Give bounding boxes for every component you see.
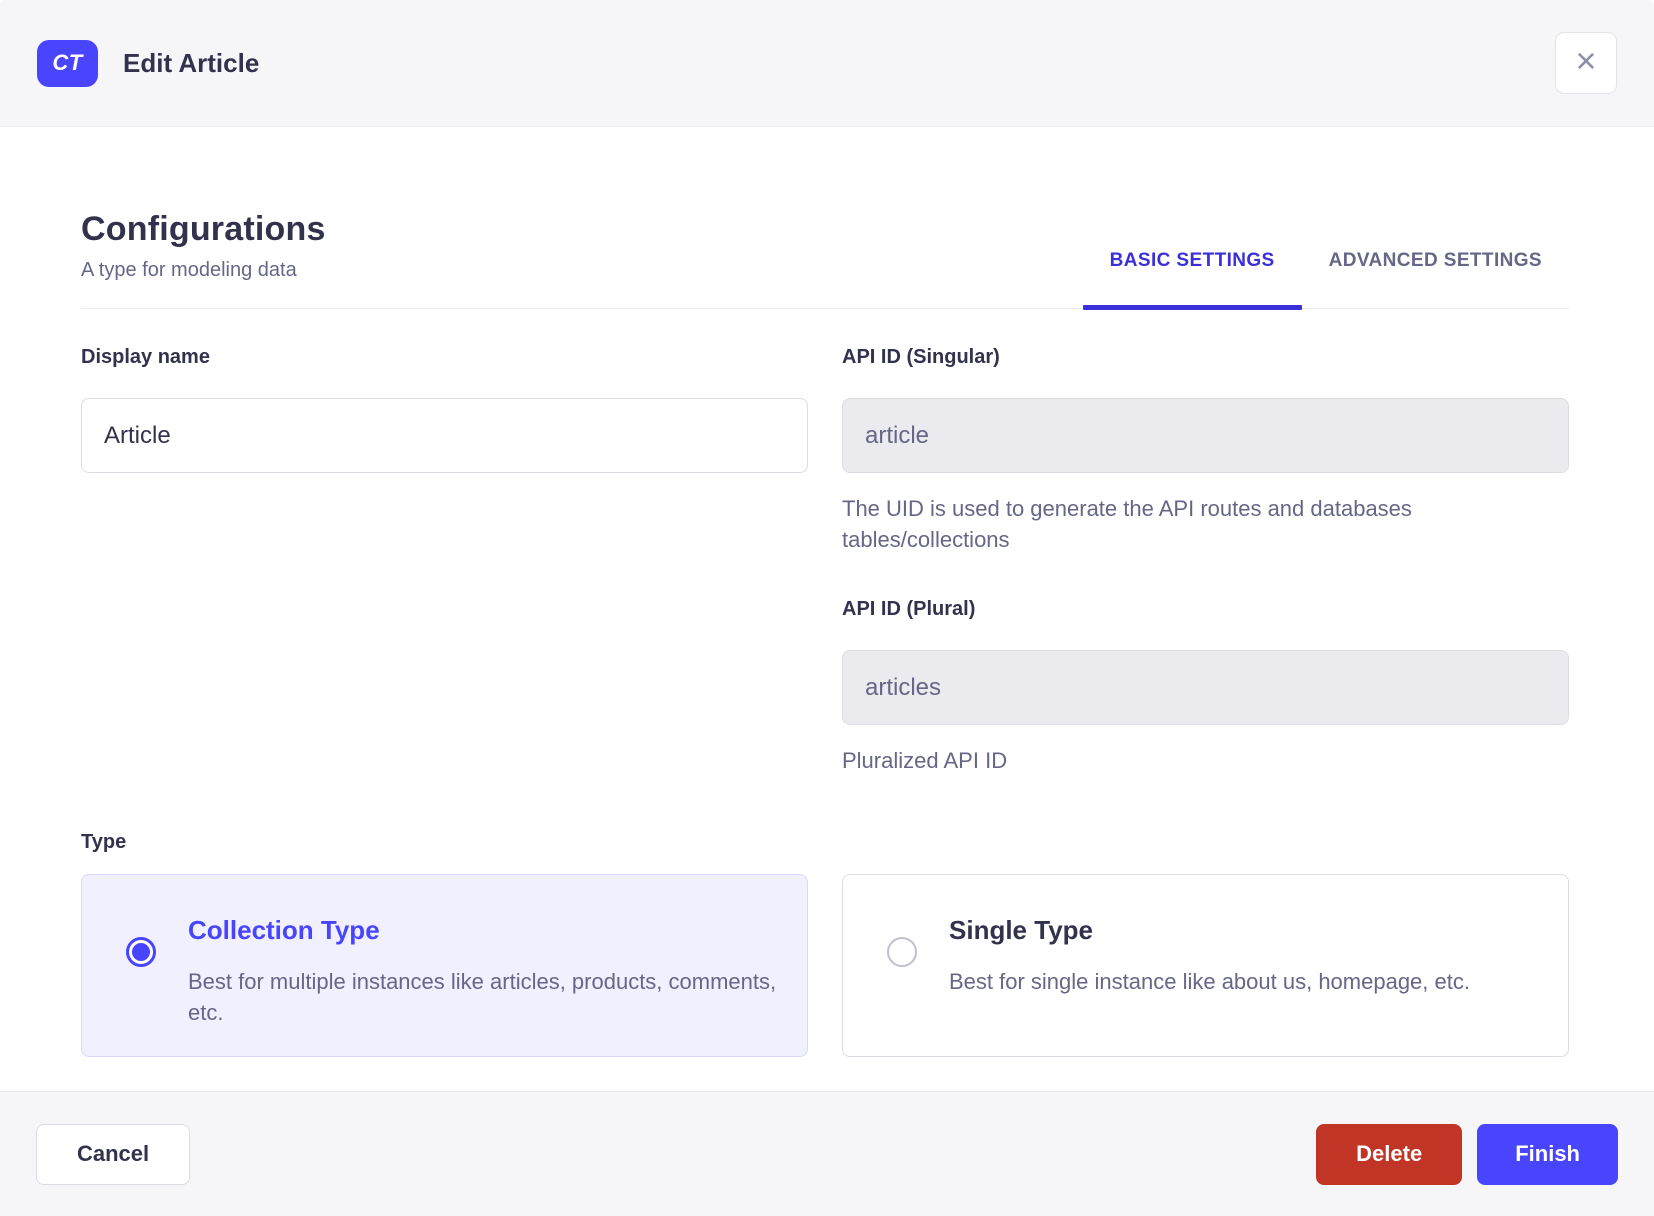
tab-basic-settings[interactable]: BASIC SETTINGS [1082, 250, 1302, 310]
content-type-badge: CT [37, 39, 98, 87]
form-column-right: API ID (Singular) The UID is used to gen… [842, 345, 1569, 776]
single-type-radio-icon[interactable] [887, 937, 917, 967]
single-type-description: Best for single instance like about us, … [949, 969, 1470, 994]
close-button[interactable]: × [1555, 32, 1617, 94]
tab-advanced-settings[interactable]: ADVANCED SETTINGS [1302, 250, 1569, 308]
close-icon: × [1575, 40, 1597, 81]
delete-button[interactable]: Delete [1316, 1123, 1463, 1185]
configurations-header: Configurations A type for modeling data … [81, 210, 1569, 310]
finish-button[interactable]: Finish [1477, 1123, 1618, 1185]
modal-body: Configurations A type for modeling data … [0, 127, 1654, 1091]
page-subtitle: A type for modeling data [81, 259, 297, 281]
collection-type-title: Collection Type [188, 915, 380, 945]
configurations-form: Display name API ID (Singular) The UID i… [81, 345, 1569, 776]
collection-type-description: Best for multiple instances like article… [188, 969, 777, 1025]
single-type-card[interactable]: Single Type Best for single instance lik… [842, 874, 1569, 1057]
cancel-button[interactable]: Cancel [36, 1123, 191, 1185]
type-label: Type [81, 831, 127, 853]
type-section: Type Collection Type Best for multiple i… [81, 830, 1569, 1057]
settings-tabs: BASIC SETTINGS ADVANCED SETTINGS [1082, 250, 1569, 310]
single-type-title: Single Type [949, 915, 1093, 945]
display-name-label: Display name [81, 346, 210, 368]
collection-type-card[interactable]: Collection Type Best for multiple instan… [81, 874, 808, 1057]
api-id-plural-hint: Pluralized API ID [842, 748, 1008, 773]
form-column-left: Display name [81, 345, 808, 776]
display-name-field: Display name [81, 345, 808, 473]
content-type-badge-label: CT [52, 50, 83, 75]
modal-title: Edit Article [123, 47, 260, 78]
configurations-titles: Configurations A type for modeling data [81, 210, 326, 308]
single-type-text: Single Type Best for single instance lik… [949, 915, 1470, 997]
collection-type-radio-icon[interactable] [126, 937, 156, 967]
api-id-plural-input [842, 650, 1569, 725]
collection-type-text: Collection Type Best for multiple instan… [188, 915, 777, 1028]
api-id-plural-field: API ID (Plural) Pluralized API ID [842, 597, 1569, 776]
api-id-singular-field: API ID (Singular) The UID is used to gen… [842, 345, 1569, 555]
display-name-input[interactable] [81, 398, 808, 473]
api-id-singular-label: API ID (Singular) [842, 346, 1000, 368]
api-id-singular-hint: The UID is used to generate the API rout… [842, 496, 1412, 552]
type-options: Collection Type Best for multiple instan… [81, 874, 1569, 1057]
modal-footer: Cancel Delete Finish [0, 1091, 1654, 1216]
api-id-singular-input [842, 398, 1569, 473]
api-id-plural-label: API ID (Plural) [842, 598, 976, 620]
modal-header: CT Edit Article × [0, 0, 1654, 127]
page-title: Configurations [81, 210, 326, 248]
